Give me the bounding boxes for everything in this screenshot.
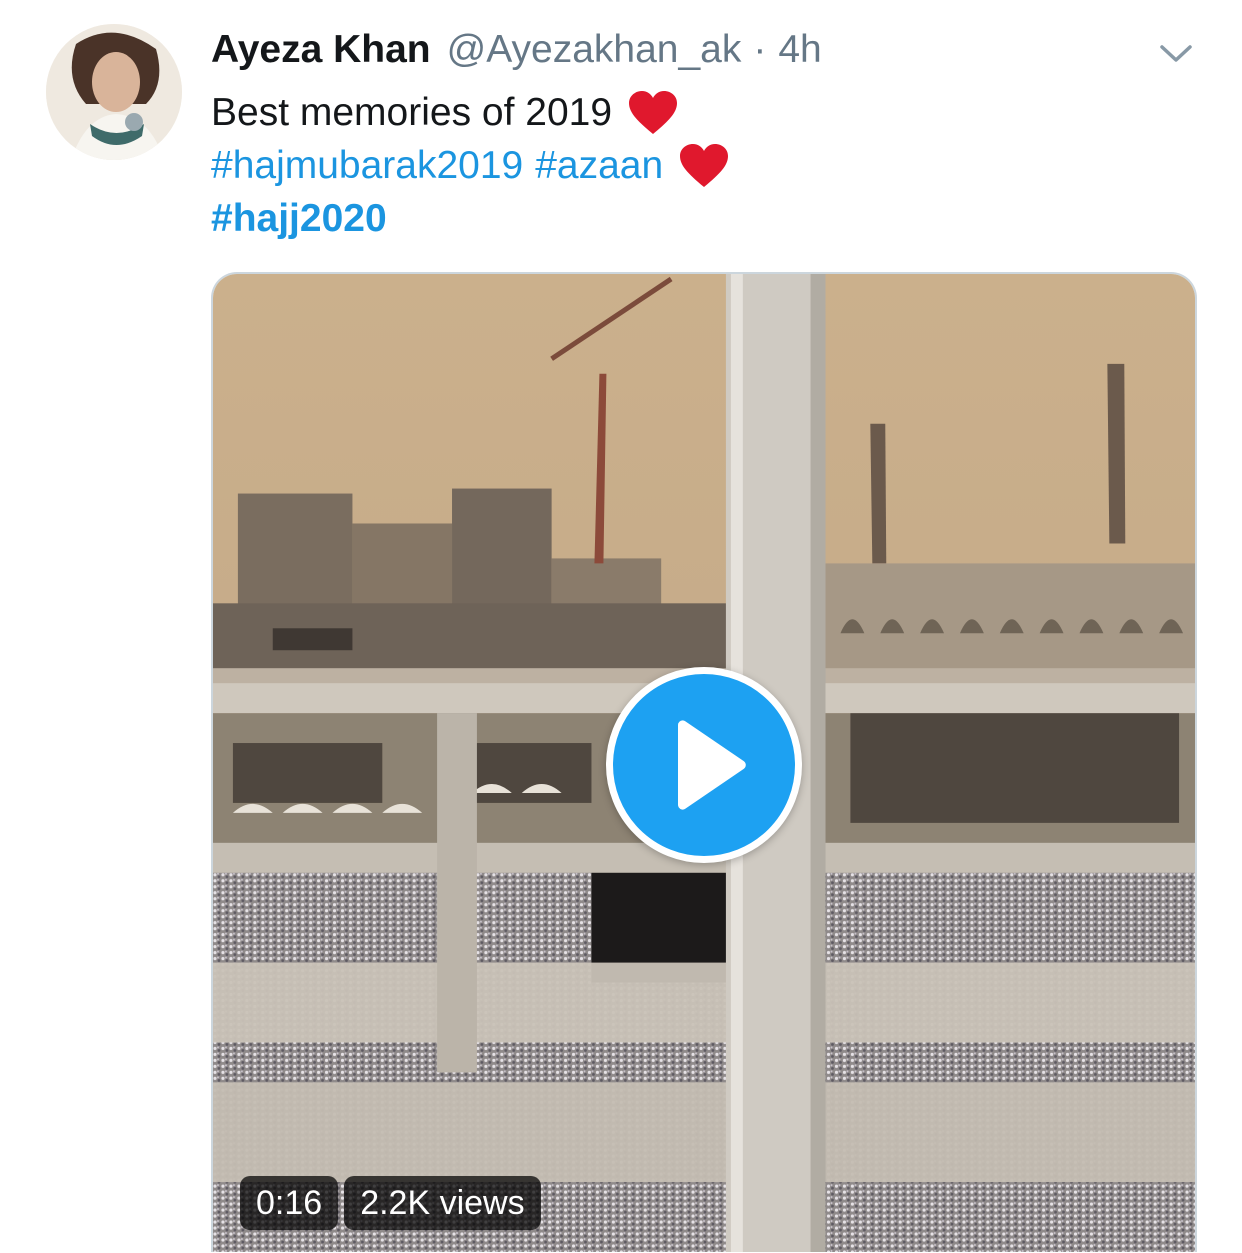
tweet-text: Best memories of 2019 #hajmubarak2019 #a… <box>211 86 729 245</box>
separator-dot: · <box>753 28 767 71</box>
avatar[interactable] <box>46 24 182 160</box>
chevron-down-icon[interactable] <box>1156 38 1196 68</box>
hashtag-link[interactable]: #hajmubarak2019 <box>211 139 523 192</box>
video-info-pills: 0:16 2.2K views <box>240 1176 541 1230</box>
video-player[interactable]: 0:16 2.2K views <box>211 272 1197 1252</box>
play-button[interactable] <box>606 667 802 863</box>
view-count: 2.2K views <box>344 1176 541 1230</box>
hashtag-link[interactable]: #azaan <box>535 139 663 192</box>
tweet-text-line: Best memories of 2019 <box>211 91 613 134</box>
hashtag-link[interactable]: #hajj2020 <box>211 192 387 245</box>
author-handle[interactable]: @Ayezakhan_ak <box>447 28 742 72</box>
red-heart-icon <box>679 143 729 189</box>
video-duration: 0:16 <box>240 1176 339 1230</box>
red-heart-icon <box>628 90 678 136</box>
play-icon <box>678 720 746 810</box>
tweet-header: Ayeza Khan @Ayezakhan_ak · 4h <box>211 28 822 78</box>
author-name[interactable]: Ayeza Khan <box>211 28 431 72</box>
avatar-image <box>46 24 182 160</box>
timestamp[interactable]: 4h <box>778 28 821 72</box>
